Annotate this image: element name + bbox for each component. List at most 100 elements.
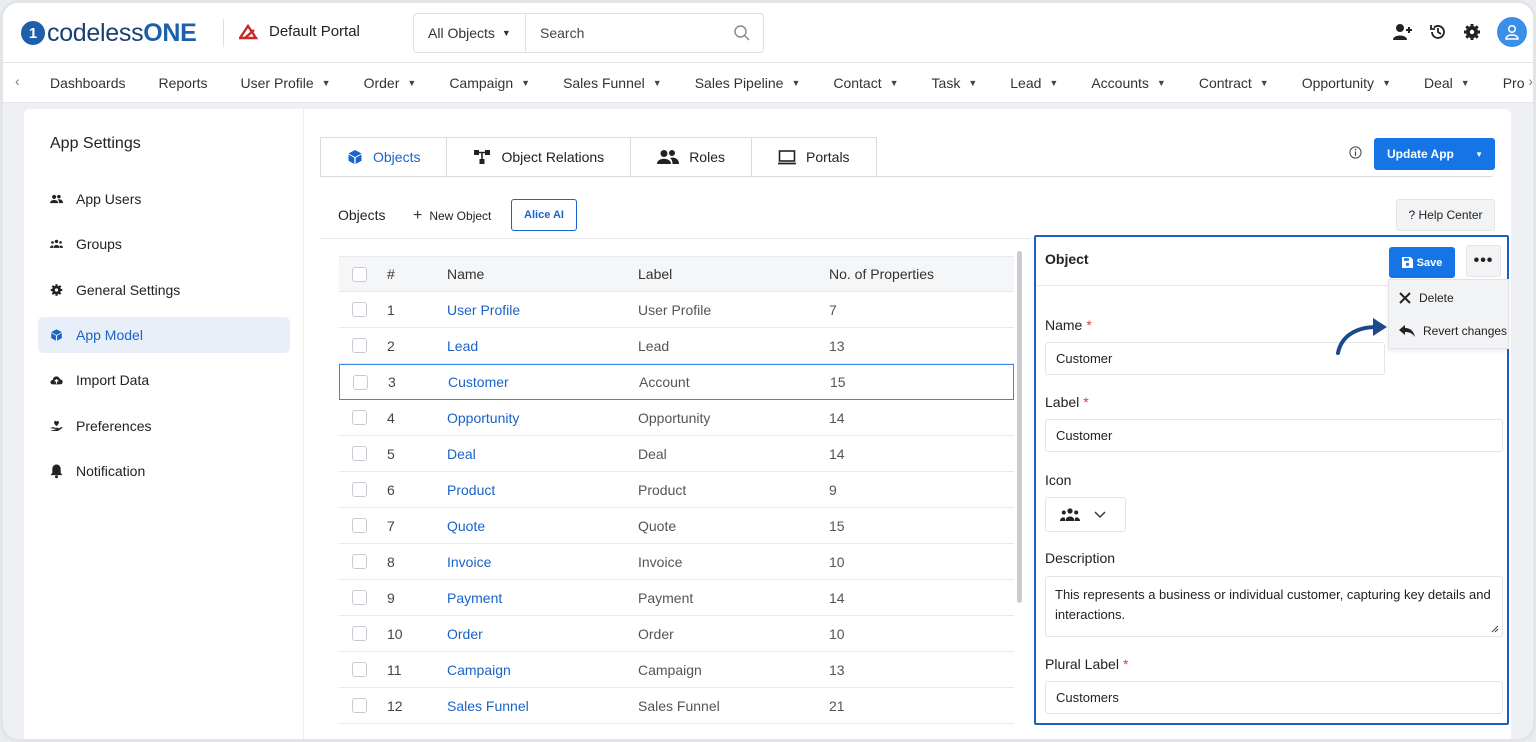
menu-item-delete[interactable]: Delete: [1399, 291, 1454, 305]
table-row[interactable]: 10 Order Order 10: [339, 616, 1014, 652]
tab-roles[interactable]: Roles: [631, 137, 752, 177]
resize-handle-icon[interactable]: [1490, 624, 1499, 633]
table-row[interactable]: 8 Invoice Invoice 10: [339, 544, 1014, 580]
object-name-link[interactable]: Order: [447, 626, 483, 642]
nav-item-lead[interactable]: Lead ▼: [1010, 75, 1058, 91]
more-options-button[interactable]: •••: [1466, 245, 1501, 277]
history-icon[interactable]: [1429, 23, 1447, 41]
row-checkbox[interactable]: [352, 590, 367, 605]
object-name-link[interactable]: Opportunity: [447, 410, 519, 426]
icon-select[interactable]: [1045, 497, 1126, 532]
tab-objects[interactable]: Objects: [320, 137, 448, 177]
object-name-link[interactable]: Deal: [447, 446, 476, 462]
nav-item-user-profile[interactable]: User Profile ▼: [241, 75, 331, 91]
sidebar-item-app-users[interactable]: App Users: [38, 181, 290, 217]
row-checkbox[interactable]: [352, 446, 367, 461]
object-name-link[interactable]: Customer: [448, 374, 509, 390]
table-scrollbar[interactable]: [1017, 251, 1022, 603]
gear-icon[interactable]: [1463, 23, 1481, 41]
alice-ai-button[interactable]: Alice AI: [511, 199, 577, 231]
label-field[interactable]: Customer: [1045, 419, 1503, 452]
main-card: App Settings App Users Groups General Sett…: [24, 109, 1511, 739]
table-row[interactable]: 7 Quote Quote 15: [339, 508, 1014, 544]
column-header-label[interactable]: Label: [638, 266, 672, 282]
nav-item-pro[interactable]: Pro: [1503, 75, 1525, 91]
sidebar-item-import-data[interactable]: Import Data: [38, 362, 290, 398]
sidebar-item-notification[interactable]: Notification: [38, 453, 290, 489]
object-name-link[interactable]: User Profile: [447, 302, 520, 318]
update-app-button[interactable]: Update App ▼: [1374, 138, 1495, 170]
help-center-button[interactable]: ? Help Center: [1396, 199, 1495, 231]
avatar[interactable]: [1497, 17, 1527, 47]
nav-scroll-right-icon[interactable]: ›: [1524, 73, 1533, 89]
column-header-name[interactable]: Name: [447, 266, 484, 282]
object-name-link[interactable]: Sales Funnel: [447, 698, 529, 714]
object-name-link[interactable]: Lead: [447, 338, 478, 354]
table-row[interactable]: 12 Sales Funnel Sales Funnel 21: [339, 688, 1014, 724]
table-row[interactable]: 9 Payment Payment 14: [339, 580, 1014, 616]
object-name-link[interactable]: Campaign: [447, 662, 511, 678]
row-checkbox[interactable]: [352, 482, 367, 497]
info-icon[interactable]: [1349, 146, 1362, 159]
table-row[interactable]: 2 Lead Lead 13: [339, 328, 1014, 364]
row-checkbox[interactable]: [352, 554, 367, 569]
save-button[interactable]: Save: [1389, 247, 1455, 278]
row-checkbox[interactable]: [352, 302, 367, 317]
table-row[interactable]: 3 Customer Account 15: [339, 364, 1014, 400]
caret-down-icon[interactable]: ▼: [1475, 150, 1483, 159]
nav-item-deal[interactable]: Deal ▼: [1424, 75, 1470, 91]
object-name-link[interactable]: Invoice: [447, 554, 491, 570]
row-checkbox[interactable]: [352, 662, 367, 677]
table-row[interactable]: 6 Product Product 9: [339, 472, 1014, 508]
column-header-properties[interactable]: No. of Properties: [829, 266, 934, 282]
nav-scroll-left-icon[interactable]: ‹: [15, 73, 20, 89]
object-name-link[interactable]: Payment: [447, 590, 502, 606]
nav-item-order[interactable]: Order ▼: [364, 75, 417, 91]
row-checkbox[interactable]: [353, 375, 368, 390]
sidebar-item-preferences[interactable]: Preferences: [38, 408, 290, 444]
menu-item-revert-changes[interactable]: Revert changes: [1399, 324, 1507, 338]
nav-item-sales-funnel[interactable]: Sales Funnel ▼: [563, 75, 662, 91]
column-header-number[interactable]: #: [387, 266, 395, 282]
nav-item-task[interactable]: Task ▼: [932, 75, 978, 91]
sidebar-item-app-model[interactable]: App Model: [38, 316, 290, 353]
object-detail-panel: Object Save ••• Delete Revert changes Na…: [1034, 235, 1509, 725]
table-row[interactable]: 11 Campaign Campaign 13: [339, 652, 1014, 688]
plural-label-field[interactable]: Customers: [1045, 681, 1503, 714]
table-row[interactable]: 5 Deal Deal 14: [339, 436, 1014, 472]
sidebar-item-groups[interactable]: Groups: [38, 226, 290, 262]
search-input[interactable]: [526, 25, 726, 41]
description-field[interactable]: This represents a business or individual…: [1045, 576, 1503, 637]
sidebar-item-label: App Users: [76, 191, 142, 207]
tab-portals[interactable]: Portals: [751, 137, 877, 177]
nav-item-contract[interactable]: Contract ▼: [1199, 75, 1269, 91]
search-icon[interactable]: [733, 24, 751, 42]
sidebar-item-general-settings[interactable]: General Settings: [38, 272, 290, 308]
row-checkbox[interactable]: [352, 338, 367, 353]
row-checkbox[interactable]: [352, 698, 367, 713]
object-name-link[interactable]: Quote: [447, 518, 485, 534]
nav-item-sales-pipeline[interactable]: Sales Pipeline ▼: [695, 75, 801, 91]
new-object-button[interactable]: + New Object: [413, 207, 491, 225]
logo[interactable]: 1 codelessONE: [21, 19, 197, 47]
nav-item-opportunity[interactable]: Opportunity ▼: [1302, 75, 1391, 91]
row-checkbox[interactable]: [352, 626, 367, 641]
search-scope-select[interactable]: All Objects ▼: [414, 14, 526, 52]
tab-object-relations[interactable]: Object Relations: [447, 137, 632, 177]
nav-item-dashboards[interactable]: Dashboards: [50, 75, 126, 91]
row-checkbox[interactable]: [352, 518, 367, 533]
portal-switcher[interactable]: Default Portal: [239, 23, 360, 40]
nav-item-campaign[interactable]: Campaign ▼: [449, 75, 530, 91]
portal-name: Default Portal: [269, 23, 360, 40]
nav-items: Dashboards Reports User Profile ▼ Order ▼ Camp…: [50, 63, 1533, 102]
row-checkbox[interactable]: [352, 410, 367, 425]
nav-item-accounts[interactable]: Accounts ▼: [1091, 75, 1166, 91]
add-user-icon[interactable]: [1393, 23, 1413, 41]
nav-item-contact[interactable]: Contact ▼: [833, 75, 898, 91]
table-row[interactable]: 1 User Profile User Profile 7: [339, 292, 1014, 328]
object-label: Campaign: [638, 661, 702, 678]
object-name-link[interactable]: Product: [447, 482, 495, 498]
select-all-checkbox[interactable]: [352, 267, 367, 282]
nav-item-reports[interactable]: Reports: [159, 75, 208, 91]
table-row[interactable]: 4 Opportunity Opportunity 14: [339, 400, 1014, 436]
